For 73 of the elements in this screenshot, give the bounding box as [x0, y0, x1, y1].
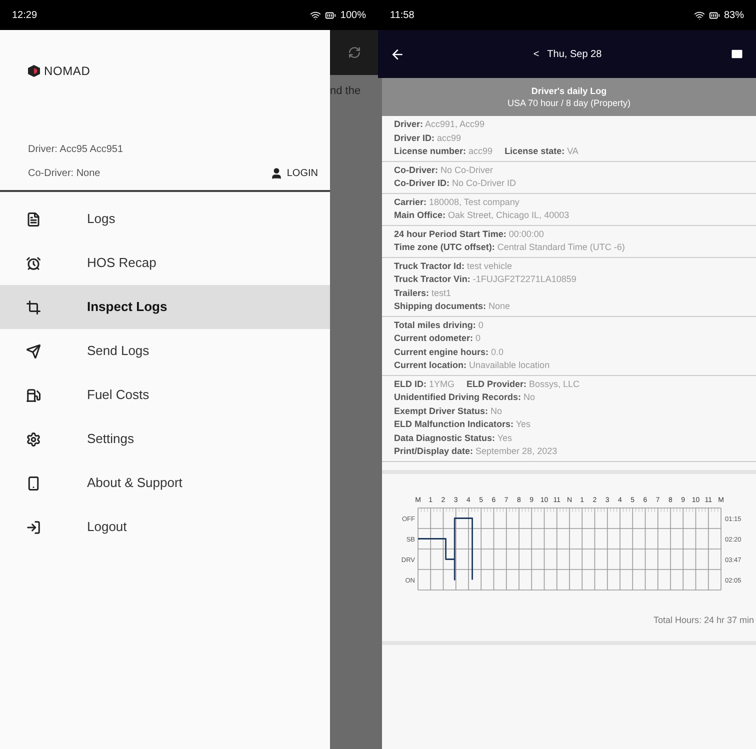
log-info-text: ELD Malfunction Indicators: Yes [394, 418, 531, 431]
wifi-icon [310, 10, 322, 20]
drawer-item-label: Fuel Costs [87, 386, 150, 404]
log-info-text: Time zone (UTC offset): Central Standard Time (UTC -6) [394, 241, 625, 254]
log-info-text: Unidentified Driving Records: No [394, 391, 536, 404]
drawer-item-label: Logout [87, 518, 127, 536]
settings-icon [26, 432, 41, 446]
log-info-text: Carrier: 180008, Test company [394, 196, 520, 209]
drawer-item[interactable]: About & Support [0, 461, 330, 505]
drawer-item[interactable]: Send Logs [0, 329, 330, 373]
log-info-text: Current location: Unavailable location [394, 359, 550, 372]
drawer-item-label: HOS Recap [87, 254, 156, 272]
log-info-text: Data Diagnostic Status: Yes [394, 432, 512, 445]
log-info-text: Total miles driving: 0 [394, 318, 484, 332]
drawer-item[interactable]: HOS Recap [0, 241, 330, 285]
log-info-text: Co-Driver: No Co-Driver [394, 164, 494, 176]
wifi-icon [694, 10, 705, 20]
drawer-item-label: Inspect Logs [87, 298, 168, 316]
drawer-item[interactable]: Logout [0, 505, 330, 549]
battery-icon [325, 10, 336, 20]
phone-icon [26, 476, 41, 490]
back-button[interactable] [390, 46, 405, 62]
log-info-text: License number: acc99 [394, 145, 493, 158]
alarm-clock-icon [26, 256, 41, 270]
log-info-text: Print/Display date: September 28, 2023 [394, 445, 558, 458]
drawer-item-label: Logs [87, 210, 116, 228]
log-info-text: Exempt Driver Status: No [394, 404, 502, 418]
document-icon [26, 212, 41, 226]
sync-icon [348, 46, 360, 59]
log-info-text: License state: VA [504, 145, 578, 158]
drawer-item[interactable]: Settings [0, 417, 330, 461]
log-info-text: 24 hour Period Start Time: 00:00:00 [394, 228, 544, 240]
login-button[interactable]: LOGIN [270, 166, 318, 181]
logo-icon [28, 65, 40, 77]
duty-status-line [418, 517, 473, 580]
previous-day-button[interactable]: < [533, 46, 540, 62]
log-info-text: ELD ID: 1YMG [394, 378, 455, 390]
log-info-text: Main Office: Oak Street, Chicago IL, 40003 [394, 209, 570, 222]
battery-percent: 100% [340, 8, 366, 22]
drawer-item-label: About & Support [87, 474, 182, 492]
drawer-item[interactable]: Logs [0, 197, 330, 241]
battery-percent: 83% [724, 8, 744, 22]
log-info-text: Truck Tractor Vin: -1FUJGF2T2271LA10859 [394, 273, 576, 286]
log-info-text: Co-Driver ID: No Co-Driver ID [394, 177, 516, 190]
log-info-text: Shipping documents: None [394, 300, 510, 313]
date-title: Thu, Sep 28 [547, 48, 602, 62]
drawer-item[interactable]: Inspect Logs [0, 285, 330, 329]
total-hours: Total Hours: 24 hr 37 min [653, 614, 754, 626]
log-title: Driver's daily Log [531, 85, 607, 97]
drawer-item-label: Settings [87, 430, 134, 448]
status-time: 12:29 [12, 8, 38, 22]
co-driver-name: Co-Driver: None [28, 167, 100, 181]
log-info-text: ELD Provider: Bossys, LLC [466, 378, 580, 391]
log-info-text: Driver ID: acc99 [394, 132, 462, 144]
log-info-text: Current odometer: 0 [394, 332, 481, 345]
drawer-item[interactable]: Fuel Costs [0, 373, 330, 417]
send-icon [26, 344, 41, 358]
drawer-item-label: Send Logs [87, 342, 150, 360]
status-time: 11:58 [390, 8, 414, 22]
log-info-text: Current engine hours: 0.0 [394, 346, 504, 359]
back-icon [390, 46, 405, 62]
log-info-text: Driver: Acc991, Acc99 [394, 118, 485, 131]
log-info-text: Trailers: test1 [394, 286, 452, 300]
log-info-text: Truck Tractor Id: test vehicle [394, 260, 512, 272]
background-text: nd the [330, 84, 362, 99]
log-subtitle: USA 70 hour / 8 day (Property) [507, 97, 631, 109]
driver-name: Driver: Acc95 Acc951 [28, 143, 124, 157]
user-icon [270, 167, 283, 180]
login-arrow-icon [26, 520, 41, 534]
fuel-pump-icon [26, 388, 41, 402]
crop-icon [26, 300, 41, 314]
logo-text: NOMAD [44, 63, 90, 80]
battery-icon [708, 10, 720, 20]
